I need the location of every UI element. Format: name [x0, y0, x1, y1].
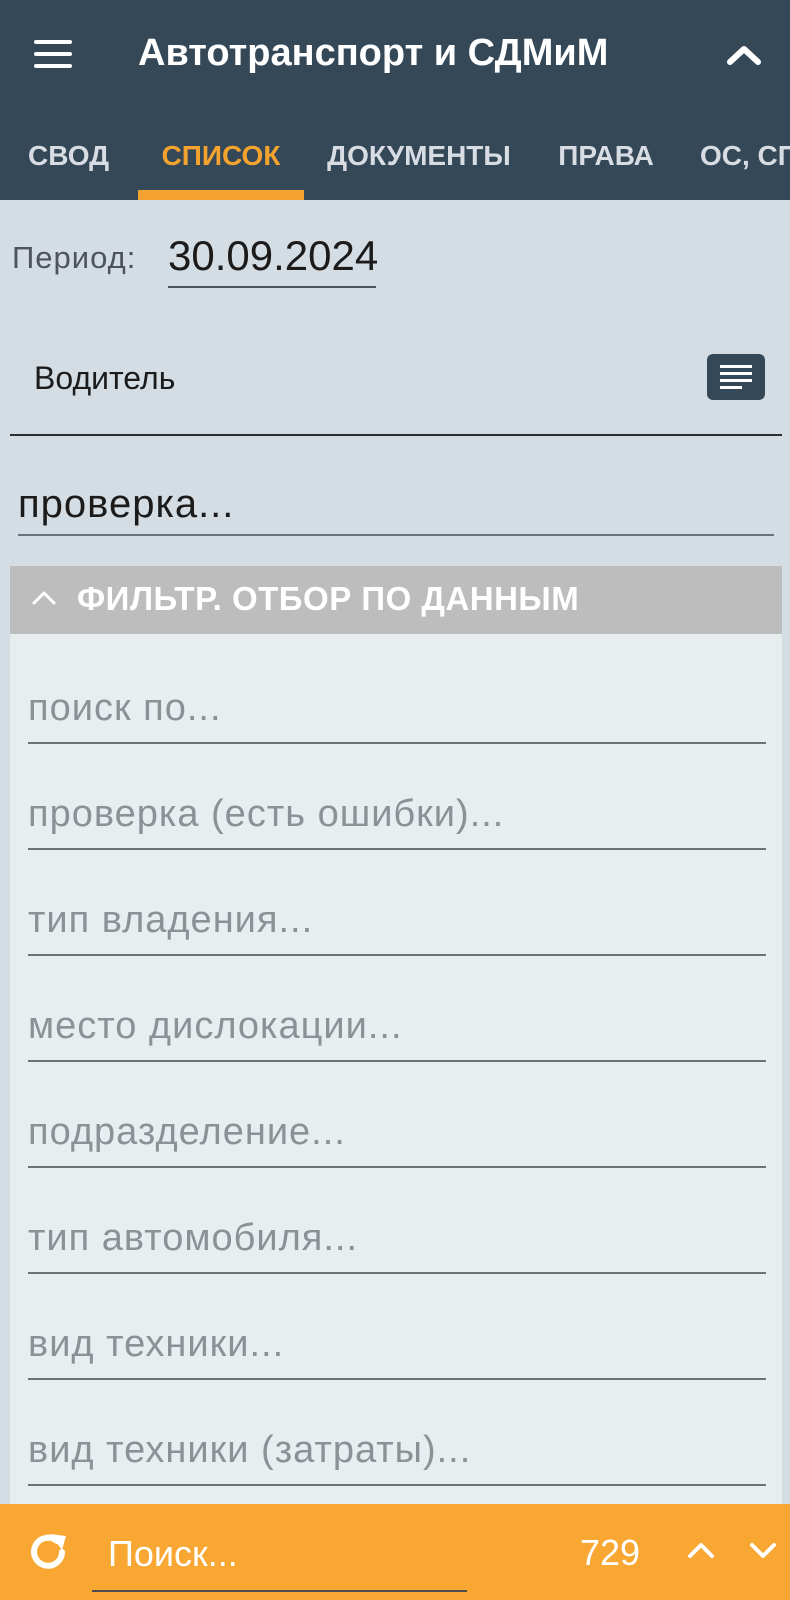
search-input[interactable]: Поиск...: [92, 1522, 467, 1592]
filter-panel-header[interactable]: ФИЛЬТР. ОТБОР ПО ДАННЫМ: [10, 566, 782, 634]
filter-panel: ФИЛЬТР. ОТБОР ПО ДАННЫМ поиск по... пров…: [10, 566, 782, 1600]
filter-title: ФИЛЬТР. ОТБОР ПО ДАННЫМ: [77, 580, 580, 617]
check-errors-field[interactable]: проверка (есть ошибки)...: [28, 790, 766, 850]
tab-os-sp[interactable]: ОС, СП: [700, 130, 790, 200]
active-tab-indicator: [138, 190, 304, 200]
list-icon[interactable]: [707, 354, 765, 400]
bottom-search-bar: Поиск... 729: [0, 1504, 790, 1600]
tab-bar: СВОД СПИСОК ДОКУМЕНТЫ ПРАВА ОС, СП: [0, 130, 790, 200]
chevron-up-icon[interactable]: [726, 40, 762, 70]
search-by-field[interactable]: поиск по...: [28, 684, 766, 744]
check-field[interactable]: проверка...: [18, 482, 774, 536]
menu-button[interactable]: [34, 40, 72, 70]
tab-prava[interactable]: ПРАВА: [558, 130, 654, 200]
equipment-kind-costs-field[interactable]: вид техники (затраты)...: [28, 1426, 766, 1486]
vehicle-type-field[interactable]: тип автомобиля...: [28, 1214, 766, 1274]
period-label: Период:: [12, 240, 137, 275]
app-title: Автотранспорт и СДМиМ: [138, 32, 609, 74]
period-date-field[interactable]: 30.09.2024: [168, 232, 378, 288]
driver-selector[interactable]: Водитель: [10, 330, 782, 436]
chevron-up-icon: [32, 591, 56, 605]
ownership-type-field[interactable]: тип владения...: [28, 896, 766, 956]
location-field[interactable]: место дислокации...: [28, 1002, 766, 1062]
refresh-icon[interactable]: [26, 1530, 70, 1574]
tab-svod[interactable]: СВОД: [28, 130, 109, 200]
tab-spisok[interactable]: СПИСОК: [138, 130, 304, 200]
chevron-down-icon[interactable]: [748, 1538, 778, 1562]
equipment-kind-field[interactable]: вид техники...: [28, 1320, 766, 1380]
hamburger-icon: [34, 40, 72, 44]
driver-label: Водитель: [34, 360, 176, 396]
department-field[interactable]: подразделение...: [28, 1108, 766, 1168]
app-header: Автотранспорт и СДМиМ СВОД СПИСОК ДОКУМЕ…: [0, 0, 790, 200]
chevron-up-icon[interactable]: [686, 1538, 716, 1562]
tab-dokumenty[interactable]: ДОКУМЕНТЫ: [326, 130, 512, 200]
result-count: 729: [580, 1532, 641, 1573]
